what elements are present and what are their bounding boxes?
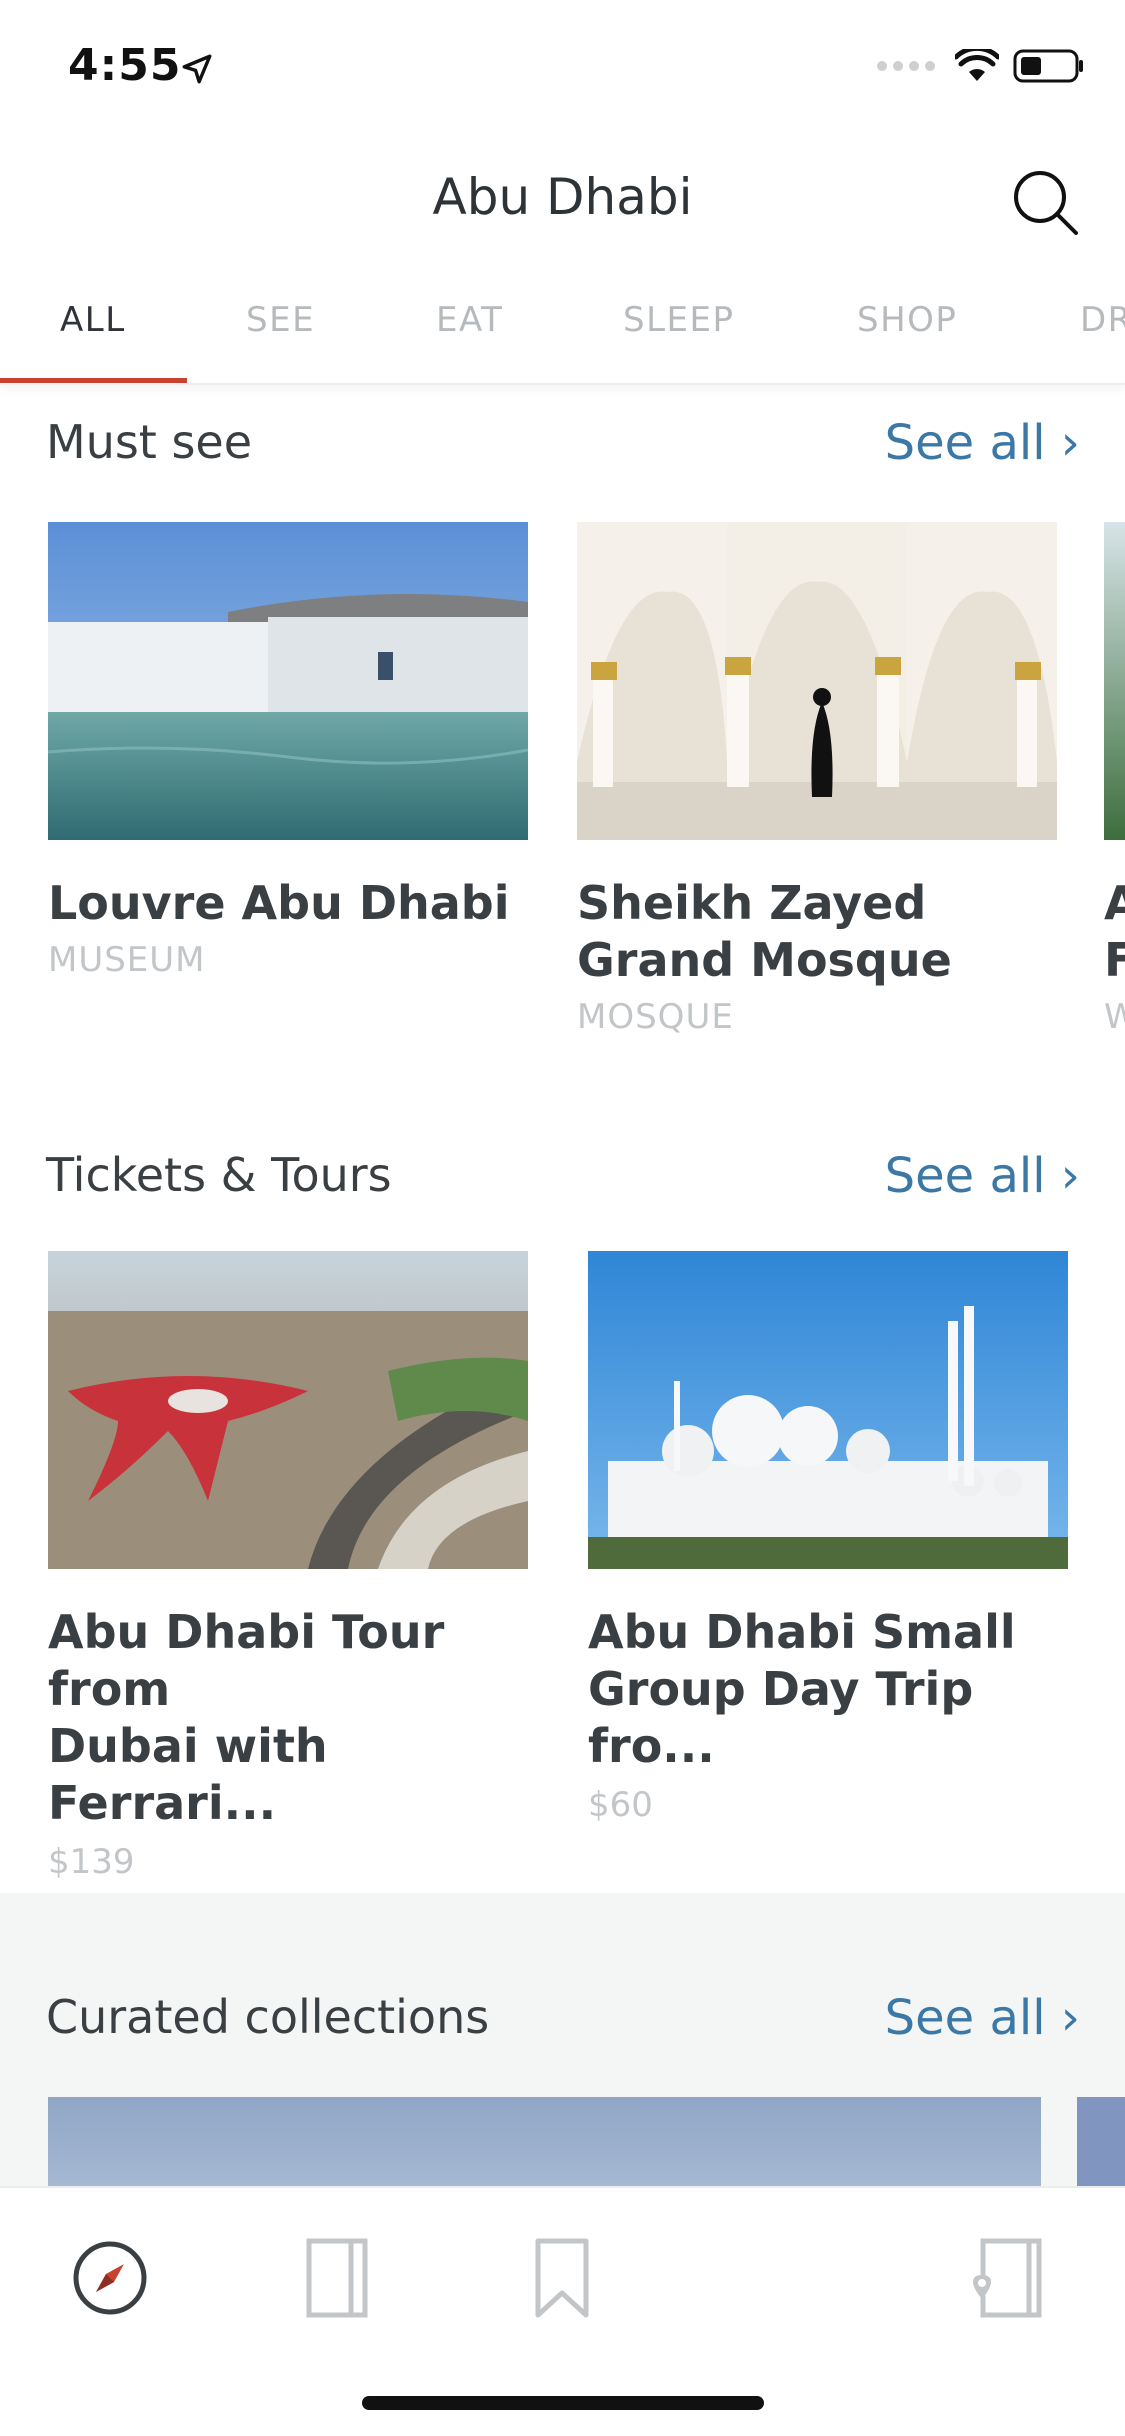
card-price: $139 [48, 1842, 135, 1882]
card-category: MOSQUE [577, 997, 734, 1037]
card-image [577, 522, 1057, 840]
card-title: Abu Dhabi Small Group Day Trip fro... [588, 1605, 1016, 1773]
tab-guides[interactable] [288, 2228, 388, 2328]
tab-see[interactable]: SEE [246, 300, 315, 340]
compass-icon [73, 2241, 147, 2315]
tab-shop[interactable]: SHOP [857, 300, 957, 340]
section-title: Tickets & Tours [46, 1148, 392, 1202]
card-image [48, 1251, 528, 1569]
home-indicator [362, 2396, 764, 2410]
curated-header: Curated collections See all › [46, 1990, 1080, 2060]
category-tabs: ALL SEE EAT SLEEP SHOP DR [0, 280, 1125, 385]
tab-sleep[interactable]: SLEEP [623, 300, 735, 340]
curated-collections-section: Curated collections See all › [0, 1893, 1125, 2193]
tab-saved[interactable] [512, 2228, 612, 2328]
card-image [48, 522, 528, 840]
card-title: A F [1104, 876, 1125, 987]
collection-card-image[interactable] [1077, 2097, 1125, 2193]
must-see-header: Must see See all › [46, 415, 1080, 485]
status-time: 4:55 [68, 40, 182, 91]
place-card-louvre[interactable]: Louvre Abu Dhabi MUSEUM [48, 522, 528, 980]
active-tab-indicator [0, 378, 187, 383]
battery-icon [1013, 49, 1083, 83]
search-icon [1014, 171, 1078, 235]
card-title: Sheikh Zayed Grand Mosque [577, 876, 952, 987]
tab-drink[interactable]: DR [1080, 300, 1125, 340]
status-indicators [877, 48, 1085, 84]
collection-card-image[interactable] [48, 2097, 1041, 2193]
bookmark-icon [535, 2238, 589, 2318]
page-title: Abu Dhabi [432, 168, 693, 226]
tab-all[interactable]: ALL [60, 300, 126, 340]
tour-card-small-group[interactable]: Abu Dhabi Small Group Day Trip fro... $6… [588, 1251, 1068, 1825]
tab-eat[interactable]: EAT [436, 300, 503, 340]
card-price: $60 [588, 1785, 653, 1825]
location-arrow-icon [182, 54, 212, 84]
wifi-icon [955, 49, 999, 81]
search-button[interactable] [1005, 162, 1085, 242]
card-image [588, 1251, 1068, 1569]
see-all-link[interactable]: See all › [885, 415, 1080, 471]
see-all-link[interactable]: See all › [885, 1990, 1080, 2046]
cellular-signal-icon [877, 61, 935, 71]
tab-trips[interactable] [960, 2228, 1060, 2328]
card-image [1104, 522, 1125, 840]
card-title: Louvre Abu Dhabi [48, 876, 510, 930]
tour-card-ferrari[interactable]: Abu Dhabi Tour from Dubai with Ferrari..… [48, 1251, 528, 1882]
section-title: Must see [46, 415, 253, 469]
section-title: Curated collections [46, 1990, 490, 2044]
guidebook-icon [306, 2238, 368, 2318]
nav-header: Abu Dhabi [0, 140, 1125, 260]
see-all-link[interactable]: See all › [885, 1148, 1080, 1204]
status-bar: 4:55 [0, 0, 1125, 140]
tab-explore[interactable] [60, 2228, 160, 2328]
card-category: W [1104, 997, 1125, 1037]
card-title: Abu Dhabi Tour from Dubai with Ferrari..… [48, 1605, 445, 1830]
tickets-header: Tickets & Tours See all › [46, 1148, 1080, 1218]
card-category: MUSEUM [48, 940, 206, 980]
place-card-partial[interactable]: A F W [1104, 522, 1125, 1037]
place-card-mosque[interactable]: Sheikh Zayed Grand Mosque MOSQUE [577, 522, 1057, 1037]
map-pin-book-icon [973, 2238, 1042, 2318]
